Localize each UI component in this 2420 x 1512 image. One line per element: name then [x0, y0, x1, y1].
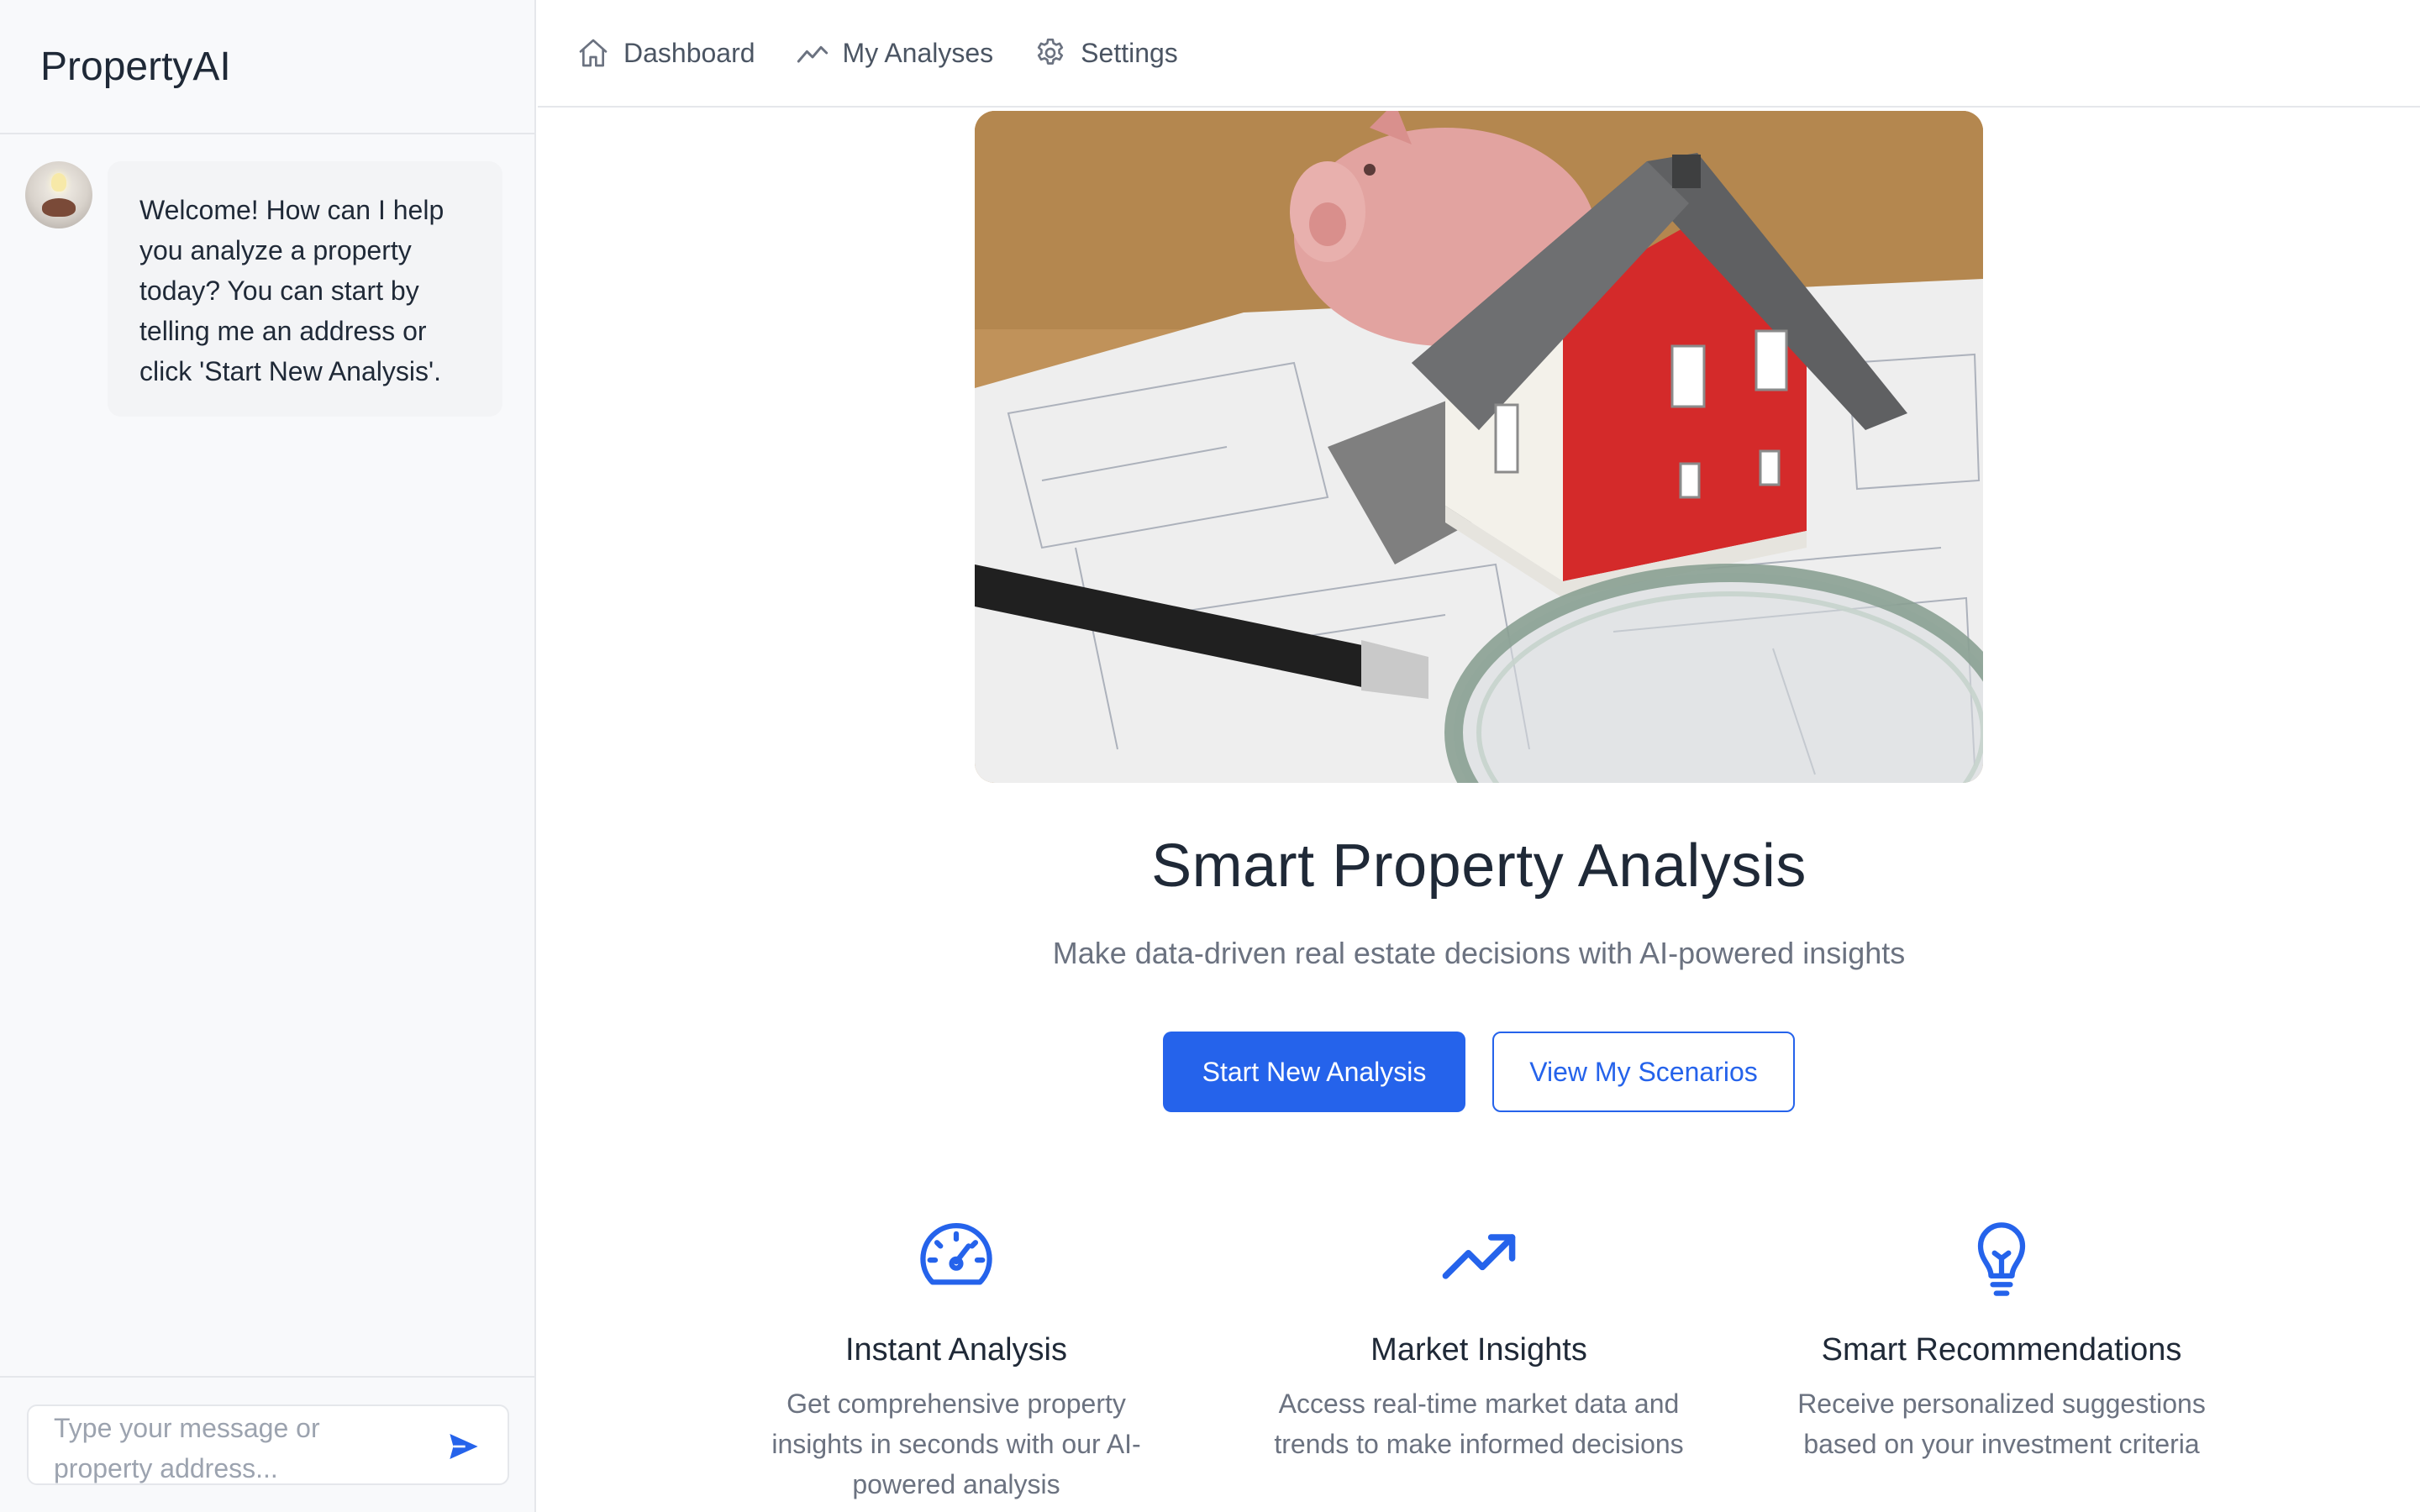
assistant-message: Welcome! How can I help you analyze a pr…	[25, 161, 502, 417]
message-bubble: Welcome! How can I help you analyze a pr…	[108, 161, 502, 417]
top-navigation: Dashboard My Analyses Settings	[538, 0, 2420, 108]
chat-message-input[interactable]: Type your message or property address...	[27, 1404, 509, 1485]
page-subtitle: Make data-driven real estate decisions w…	[1052, 936, 1906, 970]
feature-description: Receive personalized suggestions based o…	[1797, 1389, 2206, 1459]
feature-title: Instant Analysis	[844, 1332, 1068, 1368]
nav-my-analyses[interactable]: My Analyses	[796, 36, 994, 70]
nav-dashboard-label: Dashboard	[623, 37, 755, 68]
speedometer-icon	[920, 1222, 992, 1285]
lightbulb-icon	[1977, 1222, 2026, 1296]
home-icon	[579, 39, 608, 67]
trending-up-icon	[1442, 1234, 1516, 1279]
assistant-avatar	[25, 161, 92, 228]
feature-market-insights: Market Insights Access real-time market …	[1260, 1216, 1697, 1464]
trend-icon	[797, 45, 828, 63]
feature-title: Market Insights	[1370, 1332, 1587, 1368]
feature-instant-analysis: Instant Analysis Get comprehensive prope…	[738, 1216, 1175, 1504]
gear-icon	[1038, 38, 1064, 65]
app-brand: PropertyAI	[0, 0, 534, 134]
start-new-analysis-button[interactable]: Start New Analysis	[1163, 1032, 1465, 1112]
feature-smart-recommendations: Smart Recommendations Receive personaliz…	[1783, 1216, 2220, 1464]
feature-title: Smart Recommendations	[1821, 1332, 2182, 1368]
feature-description: Get comprehensive property insights in s…	[771, 1389, 1141, 1499]
nav-settings-label: Settings	[1081, 37, 1178, 68]
page-title: Smart Property Analysis	[1151, 832, 1807, 900]
nav-dashboard[interactable]: Dashboard	[576, 36, 755, 70]
send-icon[interactable]	[445, 1430, 482, 1463]
nav-my-analyses-label: My Analyses	[842, 37, 994, 68]
chat-sidebar: PropertyAI Welcome! How can I help you a…	[0, 0, 536, 1512]
view-my-scenarios-button[interactable]: View My Scenarios	[1492, 1032, 1795, 1112]
chat-composer: Type your message or property address...	[0, 1376, 534, 1512]
feature-description: Access real-time market data and trends …	[1274, 1389, 1684, 1459]
nav-settings[interactable]: Settings	[1034, 36, 1178, 70]
hero-image	[975, 111, 1983, 783]
chat-input-placeholder: Type your message or property address...	[54, 1413, 320, 1483]
